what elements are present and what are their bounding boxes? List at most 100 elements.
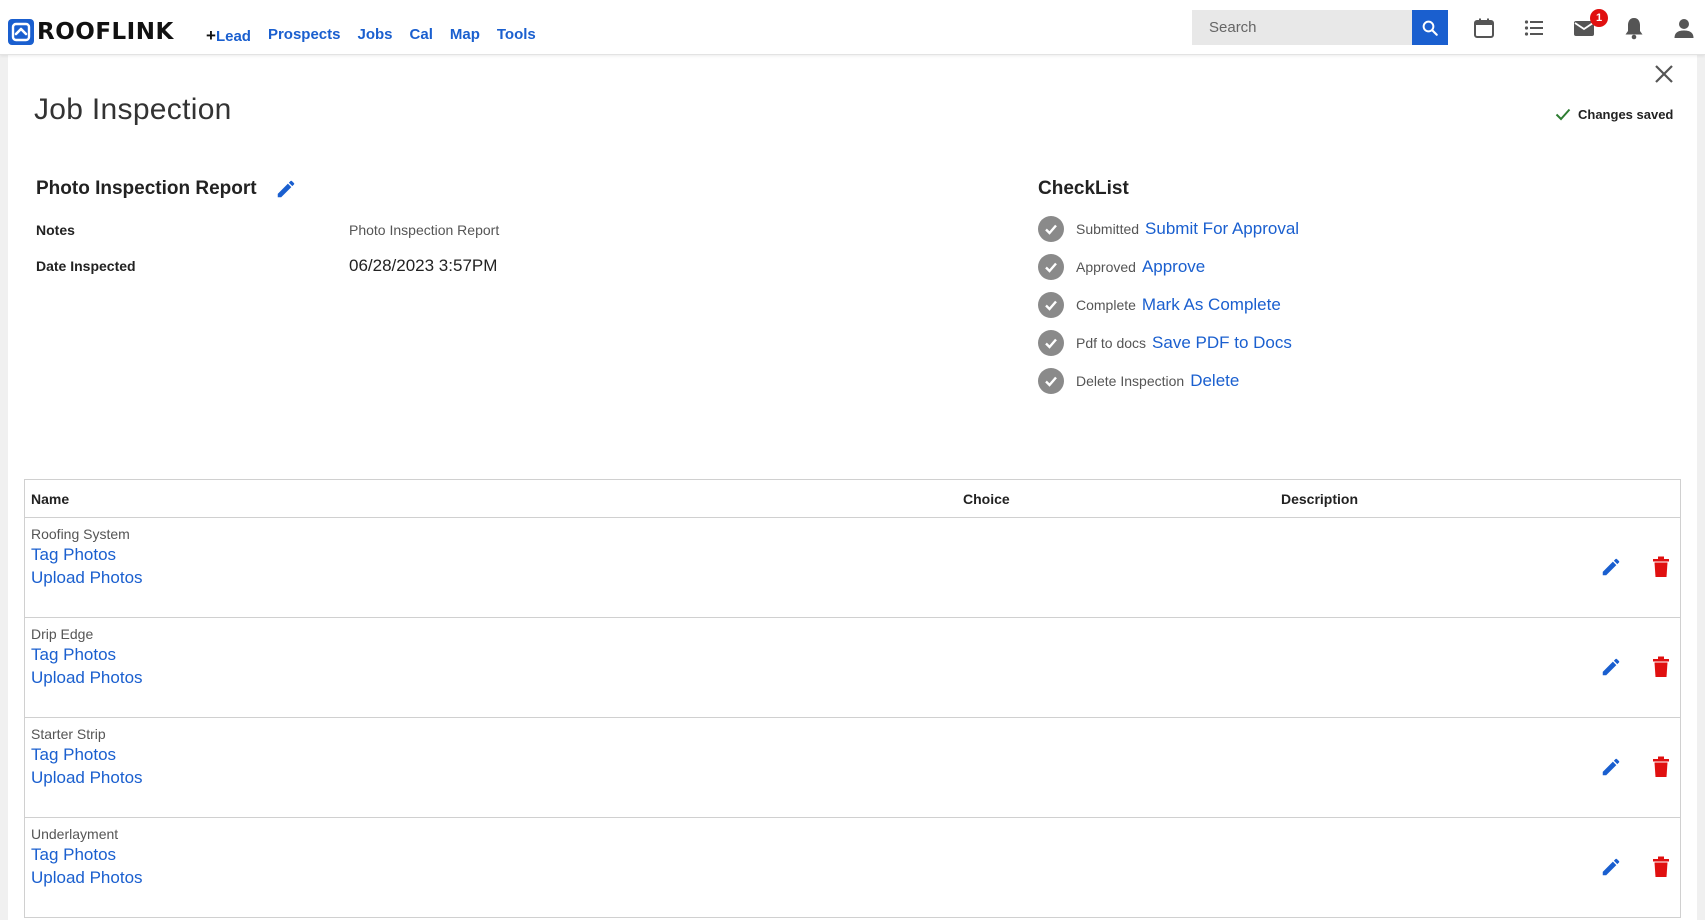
checklist-label: Approved (1076, 259, 1136, 275)
nav-cal[interactable]: Cal (410, 26, 433, 46)
upload-photos-link[interactable]: Upload Photos (31, 768, 143, 788)
page-title: Job Inspection (34, 93, 232, 126)
edit-row-button[interactable] (1598, 854, 1624, 880)
column-header-name: Name (31, 490, 70, 507)
table-row: Roofing System Tag Photos Upload Photos (25, 518, 1680, 618)
trash-icon (1653, 656, 1669, 677)
nav-prospects[interactable]: Prospects (268, 26, 341, 46)
pencil-icon (1602, 658, 1620, 676)
upload-photos-link[interactable]: Upload Photos (31, 868, 143, 888)
edit-row-button[interactable] (1598, 754, 1624, 780)
nav-tools[interactable]: Tools (497, 26, 536, 46)
checklist-item: Approved Approve (1038, 254, 1638, 280)
rooflink-logo-icon (8, 19, 34, 45)
header-icons: 1 (1470, 8, 1698, 45)
nav-jobs[interactable]: Jobs (358, 26, 393, 46)
check-circle-icon (1038, 216, 1064, 242)
trash-icon (1653, 556, 1669, 577)
checklist-title: CheckList (1038, 178, 1129, 199)
list-icon[interactable] (1520, 14, 1548, 42)
job-inspection-panel: Job Inspection Changes saved Photo Inspe… (8, 55, 1697, 920)
item-name: Underlayment (31, 826, 119, 842)
date-inspected-value: 06/28/2023 3:57PM (349, 256, 498, 275)
tag-photos-link[interactable]: Tag Photos (31, 545, 116, 565)
table-row: Underlayment Tag Photos Upload Photos (25, 818, 1680, 918)
check-circle-icon (1038, 368, 1064, 394)
save-status-text: Changes saved (1578, 106, 1674, 122)
upload-photos-link[interactable]: Upload Photos (31, 668, 143, 688)
checklist-label: Delete Inspection (1076, 373, 1185, 389)
pencil-icon (1602, 558, 1620, 576)
tag-photos-link[interactable]: Tag Photos (31, 745, 116, 765)
inspection-items-table: Name Choice Description Roofing System T… (24, 479, 1681, 918)
date-inspected-label: Date Inspected (36, 258, 136, 274)
edit-report-button[interactable] (275, 178, 297, 200)
date-row: Date Inspected 06/28/2023 3:57PM (36, 256, 886, 276)
delete-row-button[interactable] (1649, 854, 1673, 880)
checklist-label: Complete (1076, 297, 1136, 313)
pencil-icon (277, 180, 294, 198)
item-name: Roofing System (31, 526, 130, 542)
checklist-item: Delete Inspection Delete (1038, 368, 1638, 394)
table-row: Drip Edge Tag Photos Upload Photos (25, 618, 1680, 718)
check-circle-icon (1038, 254, 1064, 280)
main-nav: +Lead Prospects Jobs Cal Map Tools (206, 26, 536, 46)
submit-for-approval-link[interactable]: Submit For Approval (1145, 219, 1299, 239)
table-header: Name Choice Description (25, 480, 1680, 518)
notes-row: Notes Photo Inspection Report (36, 222, 886, 238)
report-details: Photo Inspection Report Notes Photo Insp… (36, 178, 886, 276)
check-circle-icon (1038, 292, 1064, 318)
top-navbar: ROOFLINK +Lead Prospects Jobs Cal Map To… (0, 0, 1705, 55)
save-pdf-to-docs-link[interactable]: Save PDF to Docs (1152, 333, 1292, 353)
table-row: Starter Strip Tag Photos Upload Photos (25, 718, 1680, 818)
delete-inspection-link[interactable]: Delete (1190, 371, 1239, 391)
checklist-label: Pdf to docs (1076, 335, 1147, 351)
mark-as-complete-link[interactable]: Mark As Complete (1142, 295, 1281, 315)
trash-icon (1653, 756, 1669, 777)
upload-photos-link[interactable]: Upload Photos (31, 568, 143, 588)
delete-row-button[interactable] (1649, 754, 1673, 780)
search-icon (1422, 20, 1438, 36)
plus-icon: + (206, 26, 216, 45)
search-button[interactable] (1412, 10, 1448, 45)
report-title: Photo Inspection Report (36, 178, 257, 199)
search-input[interactable] (1192, 10, 1412, 45)
tag-photos-link[interactable]: Tag Photos (31, 845, 116, 865)
delete-row-button[interactable] (1649, 554, 1673, 580)
nav-lead-label: Lead (215, 28, 251, 45)
calendar-icon[interactable] (1470, 14, 1498, 42)
save-status: Changes saved (1554, 105, 1673, 123)
report-header: Photo Inspection Report (36, 178, 886, 200)
mail-icon[interactable]: 1 (1570, 8, 1608, 42)
item-name: Drip Edge (31, 626, 94, 642)
column-header-choice: Choice (963, 490, 1010, 507)
pencil-icon (1602, 758, 1620, 776)
notes-value: Photo Inspection Report (349, 222, 500, 238)
approve-link[interactable]: Approve (1142, 257, 1205, 277)
brand-name: ROOFLINK (37, 19, 174, 45)
notes-label: Notes (36, 222, 75, 238)
nav-map[interactable]: Map (450, 26, 480, 46)
tag-photos-link[interactable]: Tag Photos (31, 645, 116, 665)
checkmark-icon (1555, 108, 1571, 121)
mail-badge: 1 (1590, 8, 1608, 27)
checklist-label: Submitted (1076, 221, 1140, 237)
nav-add-lead[interactable]: +Lead (206, 26, 251, 46)
search-bar (1192, 10, 1448, 45)
edit-row-button[interactable] (1598, 554, 1624, 580)
column-header-description: Description (1281, 490, 1359, 507)
delete-row-button[interactable] (1649, 654, 1673, 680)
pencil-icon (1602, 858, 1620, 876)
trash-icon (1653, 856, 1669, 877)
checklist: CheckList Submitted Submit For Approval … (1038, 178, 1638, 394)
check-circle-icon (1038, 330, 1064, 356)
rooflink-logo[interactable]: ROOFLINK (8, 19, 174, 45)
close-icon[interactable] (1648, 58, 1680, 90)
user-icon[interactable] (1670, 14, 1698, 42)
checklist-item: Submitted Submit For Approval (1038, 216, 1638, 242)
edit-row-button[interactable] (1598, 654, 1624, 680)
checklist-item: Complete Mark As Complete (1038, 292, 1638, 318)
bell-icon[interactable] (1620, 14, 1648, 42)
item-name: Starter Strip (31, 726, 106, 742)
checklist-item: Pdf to docs Save PDF to Docs (1038, 330, 1638, 356)
